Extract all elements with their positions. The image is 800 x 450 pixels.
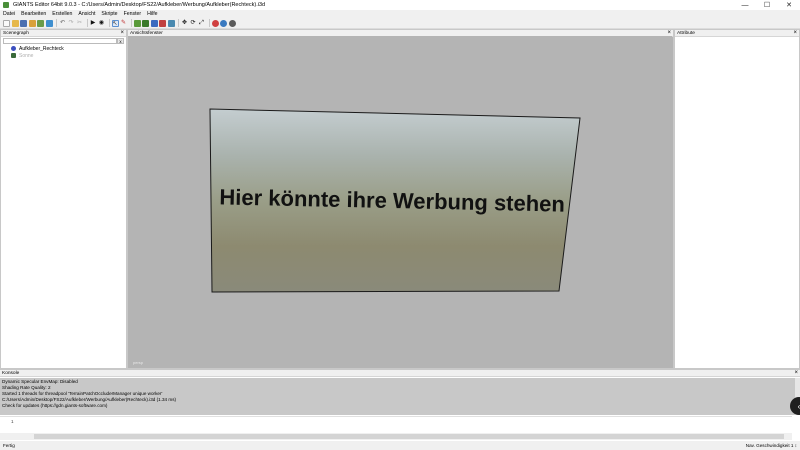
menu-fenster[interactable]: Fenster (124, 11, 142, 17)
clear-search-button[interactable]: x (117, 38, 124, 44)
toolbar-separator (130, 19, 132, 27)
panel-title: Ansichtsfenster (130, 30, 163, 36)
layer-icon[interactable] (150, 19, 158, 27)
close-icon[interactable]: × (120, 30, 124, 36)
status-bar: Fertig Nav. Geschwindigkeit 1 ↕ (0, 441, 800, 450)
window-title: GIANTS Editor 64bit 9.0.3 - C:/Users/Adm… (13, 2, 266, 8)
toolbar: ↶ ↷ ✂ ▶ ◉ ↖ ✎ ✥ ⟳ ⤢ (0, 18, 800, 29)
brush-icon[interactable] (159, 19, 166, 27)
panel-title: Konsole (2, 370, 20, 376)
attributes-header: Attribute × (675, 30, 799, 37)
console-panel: Konsole × Dynamic Specular EnvMap: Disab… (0, 369, 800, 441)
console-header: Konsole × (0, 370, 800, 377)
select-icon[interactable]: ↖ (111, 19, 119, 27)
texture-icon[interactable] (167, 19, 175, 27)
tree-item-sonne[interactable]: Sonne (1, 52, 126, 59)
log-line: Check for updates (https://gdn.giants-so… (2, 403, 108, 408)
refresh-icon[interactable] (45, 19, 53, 27)
close-icon[interactable]: × (793, 30, 797, 36)
export-icon[interactable] (37, 19, 44, 27)
viewport-scene: Hier könnte ihre Werbung stehen (209, 108, 581, 293)
undo-icon[interactable]: ↶ (59, 20, 66, 27)
giants-app-icon (3, 2, 9, 8)
toolbar-separator (86, 19, 88, 27)
toolbar-separator (208, 19, 210, 27)
minimize-button[interactable]: — (734, 0, 756, 10)
scenegraph-search: x (3, 38, 124, 44)
menu-bar: Datei Bearbeiten Erstellen Ansicht Skrip… (0, 10, 800, 18)
save-icon[interactable] (20, 19, 27, 27)
tree-item-label: Sonne (19, 52, 34, 59)
scissors-icon[interactable]: ✂ (76, 20, 83, 27)
new-file-icon[interactable] (3, 19, 10, 27)
foliage-icon[interactable] (142, 19, 149, 27)
settings-icon[interactable] (220, 19, 227, 27)
attributes-panel: Attribute × (674, 29, 800, 369)
script-input[interactable]: 1 (0, 416, 792, 433)
redo-icon[interactable]: ↷ (68, 20, 75, 27)
menu-hilfe[interactable]: Hilfe (147, 11, 157, 17)
search-input[interactable] (3, 38, 117, 44)
open-icon[interactable] (11, 19, 19, 27)
camera-icon[interactable] (211, 19, 219, 27)
toolbar-separator (56, 19, 57, 27)
panel-title: Attribute (677, 30, 695, 36)
scenegraph-header: Scenegraph × (1, 30, 126, 37)
shape-icon (11, 46, 16, 51)
move-icon[interactable]: ✥ (181, 20, 188, 27)
menu-bearbeiten[interactable]: Bearbeiten (21, 11, 46, 17)
play-icon[interactable]: ▶ (90, 20, 97, 27)
close-button[interactable]: ✕ (778, 0, 800, 10)
terrain-icon[interactable] (133, 19, 141, 27)
status-text: Fertig (3, 443, 15, 448)
paint-icon[interactable]: ✎ (120, 20, 127, 27)
eye-icon[interactable]: ◉ (98, 20, 105, 27)
menu-erstellen[interactable]: Erstellen (52, 11, 72, 17)
menu-ansicht[interactable]: Ansicht (78, 11, 95, 17)
light-icon (11, 53, 16, 58)
line-number: 1 (11, 419, 14, 424)
maximize-button[interactable]: ☐ (756, 0, 778, 10)
scale-icon[interactable]: ⤢ (198, 20, 205, 27)
camera-label: persp (133, 360, 144, 365)
input-scrollbar[interactable] (0, 433, 792, 440)
window-controls: — ☐ ✕ (734, 0, 800, 10)
toolbar-separator (108, 19, 110, 27)
tree-item-aufkleber[interactable]: Aufkleber_Rechteck (1, 45, 126, 52)
rotate-icon[interactable]: ⟳ (190, 20, 197, 27)
nav-speed: Nav. Geschwindigkeit 1 ↕ (745, 443, 797, 448)
scrollbar-thumb[interactable] (34, 434, 784, 439)
import-icon[interactable] (28, 19, 36, 27)
console-log[interactable]: Dynamic Specular EnvMap: Disabled Shadin… (0, 378, 795, 415)
menu-datei[interactable]: Datei (3, 11, 15, 17)
toolbar-separator (178, 19, 179, 27)
tree-item-label: Aufkleber_Rechteck (19, 45, 64, 52)
title-bar: GIANTS Editor 64bit 9.0.3 - C:/Users/Adm… (0, 0, 800, 10)
scenegraph-panel: Scenegraph × x Aufkleber_Rechteck Sonne (0, 29, 127, 369)
menu-skripte[interactable]: Skripte (101, 11, 117, 17)
3d-viewport[interactable]: Hier könnte ihre Werbung stehen persp (128, 36, 672, 368)
panel-title: Scenegraph (3, 30, 29, 36)
globe-icon[interactable] (228, 19, 236, 27)
close-icon[interactable]: × (794, 370, 798, 376)
